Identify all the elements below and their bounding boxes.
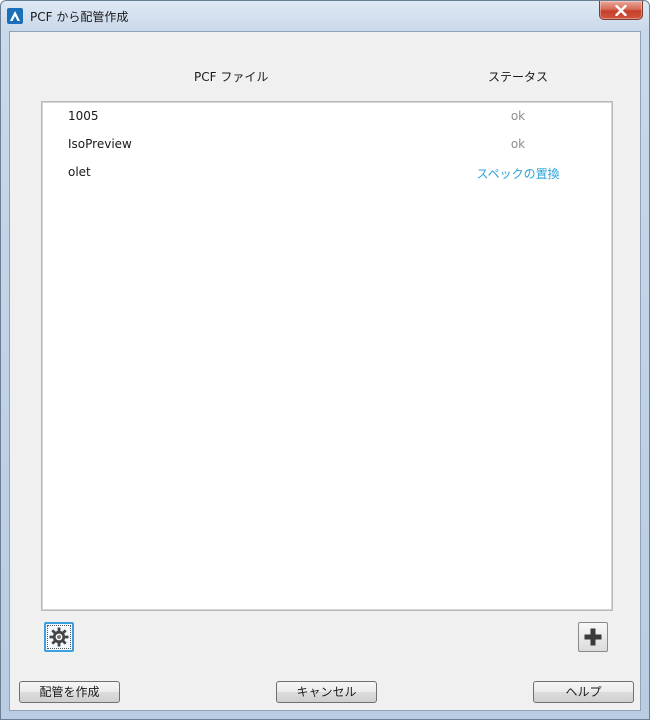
pcf-file-list[interactable]: 1005 ok IsoPreview ok olet スペックの置換 <box>41 101 613 611</box>
list-item[interactable]: IsoPreview ok <box>43 130 611 158</box>
create-piping-button[interactable]: 配管を作成 <box>19 681 120 703</box>
plus-icon <box>584 628 602 646</box>
close-button[interactable] <box>599 1 643 20</box>
replace-spec-link[interactable]: スペックの置換 <box>423 165 613 182</box>
column-header-status: ステータス <box>488 70 549 84</box>
window-title: PCF から配管作成 <box>30 10 129 24</box>
pcf-file-name: olet <box>68 165 91 179</box>
pcf-file-name: IsoPreview <box>68 137 132 151</box>
cancel-button[interactable]: キャンセル <box>276 681 377 703</box>
help-button[interactable]: ヘルプ <box>533 681 634 703</box>
title-bar[interactable]: PCF から配管作成 <box>1 1 649 31</box>
dialog-body: PCF ファイル ステータス 1005 ok IsoPreview ok ole… <box>9 31 641 711</box>
list-item[interactable]: 1005 ok <box>43 102 611 130</box>
dialog-window: PCF から配管作成 PCF ファイル ステータス 1005 ok IsoPre… <box>0 0 650 720</box>
status-text: ok <box>510 109 526 123</box>
status-text: ok <box>510 137 526 151</box>
pcf-file-name: 1005 <box>68 109 99 123</box>
settings-button[interactable] <box>44 622 74 652</box>
add-button[interactable] <box>578 622 608 652</box>
autodesk-a-icon <box>7 8 23 24</box>
close-icon <box>615 5 627 16</box>
column-header-pcf-file: PCF ファイル <box>194 70 269 84</box>
gear-icon <box>49 627 69 647</box>
list-item[interactable]: olet スペックの置換 <box>43 158 611 186</box>
